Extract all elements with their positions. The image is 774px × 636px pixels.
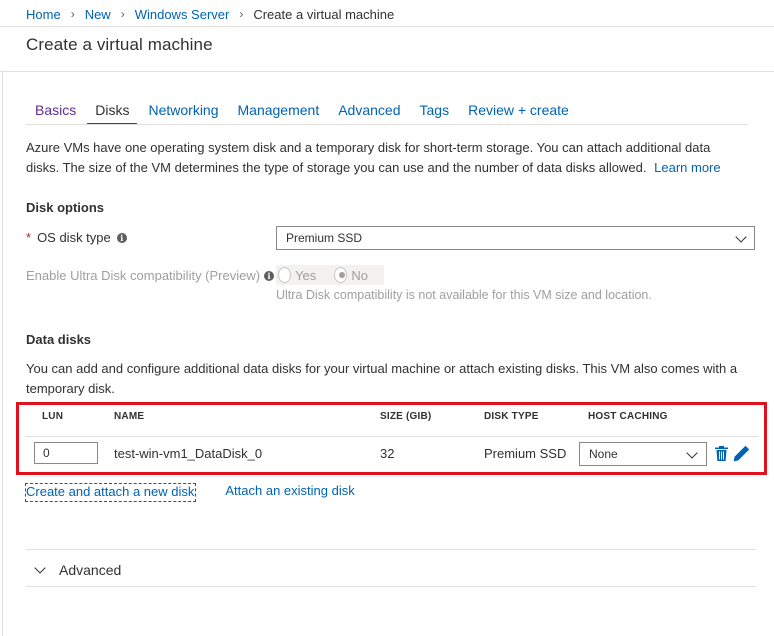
tab-advanced[interactable]: Advanced (338, 100, 400, 125)
tab-networking[interactable]: Networking (148, 100, 218, 125)
tab-disks[interactable]: Disks (87, 100, 138, 125)
breadcrumb-new[interactable]: New (85, 7, 111, 22)
advanced-divider-bottom (26, 586, 756, 587)
tab-management[interactable]: Management (238, 100, 320, 125)
os-disk-type-label: * OS disk type i (26, 230, 127, 245)
ultra-disk-note: Ultra Disk compatibility is not availabl… (276, 288, 652, 302)
ultra-disk-radio-group: Yes No (276, 265, 384, 285)
data-disk-actions: Create and attach a new disk Attach an e… (25, 483, 355, 502)
chevron-down-icon (34, 562, 46, 574)
required-asterisk: * (26, 230, 32, 245)
intro-text: Azure VMs have one operating system disk… (26, 138, 746, 178)
breadcrumb: Home › New › Windows Server › Create a v… (26, 5, 394, 23)
disk-options-heading: Disk options (26, 200, 105, 215)
attach-existing-disk-link[interactable]: Attach an existing disk (225, 483, 354, 502)
ultra-no-radio[interactable] (334, 267, 348, 283)
create-attach-disk-link[interactable]: Create and attach a new disk (25, 483, 197, 502)
ultra-disk-label-text: Enable Ultra Disk compatibility (Preview… (26, 268, 261, 283)
chevron-right-icon: › (70, 7, 75, 21)
data-disks-heading: Data disks (26, 332, 92, 347)
data-disks-description: You can add and configure additional dat… (26, 361, 738, 396)
tab-basics[interactable]: Basics (35, 100, 76, 125)
learn-more-link[interactable]: Learn more (654, 160, 720, 175)
os-disk-type-value: Premium SSD (286, 231, 363, 245)
tab-bar: Basics Disks Networking Management Advan… (35, 100, 588, 125)
advanced-divider-top (26, 549, 756, 550)
intro-description: Azure VMs have one operating system disk… (26, 140, 711, 175)
tab-tags[interactable]: Tags (420, 100, 450, 125)
os-disk-type-select[interactable]: Premium SSD (276, 226, 755, 250)
page-title: Create a virtual machine (26, 35, 213, 54)
breadcrumb-home[interactable]: Home (26, 7, 61, 22)
title-bar: Create a virtual machine (0, 26, 774, 72)
tab-review-create[interactable]: Review + create (468, 100, 569, 125)
tab-divider (26, 124, 748, 125)
os-disk-type-label-text: OS disk type (37, 230, 111, 245)
left-divider (2, 70, 3, 636)
advanced-section-toggle[interactable]: Advanced (34, 562, 122, 578)
chevron-right-icon: › (120, 7, 125, 21)
data-disks-table-highlight (16, 402, 767, 475)
ultra-no-label: No (351, 267, 368, 283)
breadcrumb-windows-server[interactable]: Windows Server (135, 7, 230, 22)
chevron-right-icon: › (239, 7, 244, 21)
breadcrumb-current: Create a virtual machine (253, 6, 395, 22)
ultra-disk-label: Enable Ultra Disk compatibility (Preview… (26, 268, 275, 283)
chevron-down-icon (735, 231, 747, 243)
advanced-section-label: Advanced (59, 562, 122, 578)
ultra-yes-radio[interactable] (278, 267, 292, 283)
info-icon[interactable]: i (264, 270, 275, 281)
ultra-yes-label: Yes (295, 267, 317, 283)
info-icon[interactable]: i (116, 232, 127, 243)
